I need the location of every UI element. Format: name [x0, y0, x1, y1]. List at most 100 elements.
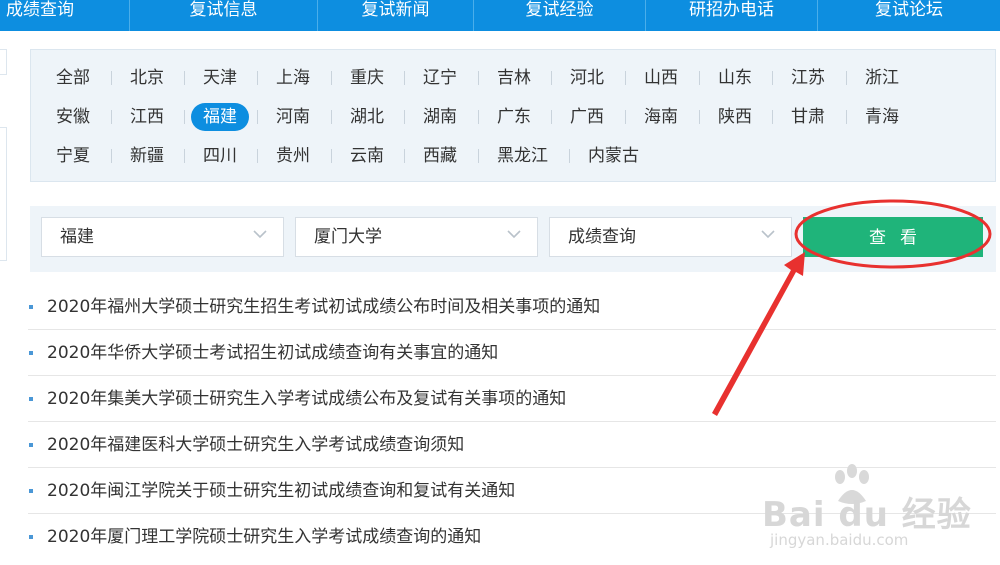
divider	[257, 149, 258, 163]
province-guangxi[interactable]: 广西	[570, 103, 604, 131]
province-hainan[interactable]: 海南	[644, 103, 678, 131]
province-xinjiang[interactable]: 新疆	[130, 142, 164, 170]
left-panel-fragment	[0, 127, 7, 261]
nav-item-retest-news[interactable]: 复试新闻	[318, 0, 474, 31]
province-liaoning[interactable]: 辽宁	[423, 64, 457, 92]
divider	[184, 149, 185, 163]
list-item[interactable]: 2020年集美大学硕士研究生入学考试成绩公布及复试有关事项的通知	[28, 376, 996, 422]
nav-item-retest-info[interactable]: 复试信息	[130, 0, 318, 31]
province-henan[interactable]: 河南	[276, 103, 310, 131]
province-heilongjiang[interactable]: 黑龙江	[497, 142, 548, 170]
bullet	[29, 351, 33, 355]
divider	[625, 110, 626, 124]
list-item-title: 2020年华侨大学硕士考试招生初试成绩查询有关事宜的通知	[47, 343, 499, 363]
divider	[111, 149, 112, 163]
left-panel-fragment	[0, 49, 7, 75]
divider	[699, 110, 700, 124]
province-filter: 全部 北京 天津 上海 重庆 辽宁 吉林 河北 山西 山东 江苏 浙江 安徽 江…	[30, 49, 996, 182]
watermark-url: jingyan.baidu.com	[770, 531, 909, 549]
category-select-value: 成绩查询	[568, 227, 636, 247]
divider	[478, 149, 479, 163]
divider	[772, 110, 773, 124]
province-jilin[interactable]: 吉林	[497, 64, 531, 92]
province-qinghai[interactable]: 青海	[865, 103, 899, 131]
divider	[846, 71, 847, 85]
province-neimenggu[interactable]: 内蒙古	[588, 142, 639, 170]
province-beijing[interactable]: 北京	[130, 64, 164, 92]
bullet	[29, 397, 33, 401]
list-item-title: 2020年集美大学硕士研究生入学考试成绩公布及复试有关事项的通知	[47, 389, 567, 409]
province-xizang[interactable]: 西藏	[423, 142, 457, 170]
province-guangdong[interactable]: 广东	[497, 103, 531, 131]
province-hebei[interactable]: 河北	[570, 64, 604, 92]
list-item-title: 2020年福州大学硕士研究生招生考试初试成绩公布时间及相关事项的通知	[47, 297, 601, 317]
divider	[699, 71, 700, 85]
nav-item-retest-experience[interactable]: 复试经验	[474, 0, 646, 31]
province-hubei[interactable]: 湖北	[350, 103, 384, 131]
province-select[interactable]: 福建	[41, 217, 284, 257]
school-select[interactable]: 厦门大学	[295, 217, 538, 257]
province-yunnan[interactable]: 云南	[350, 142, 384, 170]
nav-item-score-query[interactable]: 成绩查询	[0, 0, 130, 31]
list-item[interactable]: 2020年福州大学硕士研究生招生考试初试成绩公布时间及相关事项的通知	[28, 284, 996, 330]
view-button[interactable]: 查看	[803, 217, 983, 257]
top-navigation: 成绩查询 复试信息 复试新闻 复试经验 研招办电话 复试论坛	[0, 0, 1000, 31]
province-gansu[interactable]: 甘肃	[791, 103, 825, 131]
province-chongqing[interactable]: 重庆	[350, 64, 384, 92]
divider	[111, 71, 112, 85]
chevron-down-icon	[507, 230, 521, 239]
divider	[404, 149, 405, 163]
divider	[478, 71, 479, 85]
divider	[625, 71, 626, 85]
category-select[interactable]: 成绩查询	[549, 217, 792, 257]
divider	[569, 149, 570, 163]
watermark-brand: Bai du 经验	[762, 495, 972, 535]
province-fujian[interactable]: 福建	[191, 103, 249, 131]
province-select-value: 福建	[60, 227, 94, 247]
divider	[404, 71, 405, 85]
nav-item-retest-forum[interactable]: 复试论坛	[818, 0, 1000, 31]
province-sichuan[interactable]: 四川	[203, 142, 237, 170]
province-anhui[interactable]: 安徽	[56, 103, 90, 131]
divider	[184, 110, 185, 124]
province-all[interactable]: 全部	[56, 64, 90, 92]
divider	[551, 110, 552, 124]
divider	[257, 110, 258, 124]
province-shanghai[interactable]: 上海	[276, 64, 310, 92]
divider	[257, 71, 258, 85]
province-zhejiang[interactable]: 浙江	[865, 64, 899, 92]
divider	[404, 110, 405, 124]
chevron-down-icon	[253, 230, 267, 239]
school-select-value: 厦门大学	[314, 227, 382, 247]
list-item-title: 2020年闽江学院关于硕士研究生初试成绩查询和复试有关通知	[47, 481, 516, 501]
divider	[331, 149, 332, 163]
watermark: Bai du 经验 jingyan.baidu.com	[762, 463, 992, 553]
province-shandong[interactable]: 山东	[718, 64, 752, 92]
nav-item-office-phone[interactable]: 研招办电话	[646, 0, 818, 31]
divider	[184, 71, 185, 85]
divider	[551, 71, 552, 85]
list-item[interactable]: 2020年福建医科大学硕士研究生入学考试成绩查询须知	[28, 422, 996, 468]
province-shaanxi[interactable]: 陕西	[718, 103, 752, 131]
divider	[331, 71, 332, 85]
province-jiangsu[interactable]: 江苏	[791, 64, 825, 92]
bullet	[29, 443, 33, 447]
divider	[772, 71, 773, 85]
bullet	[29, 305, 33, 309]
divider	[846, 110, 847, 124]
divider	[331, 110, 332, 124]
chevron-down-icon	[761, 230, 775, 239]
bullet	[29, 489, 33, 493]
list-item[interactable]: 2020年华侨大学硕士考试招生初试成绩查询有关事宜的通知	[28, 330, 996, 376]
province-shanxi[interactable]: 山西	[644, 64, 678, 92]
search-bar: 福建 厦门大学 成绩查询 查看	[30, 206, 996, 272]
divider	[478, 110, 479, 124]
province-ningxia[interactable]: 宁夏	[56, 142, 90, 170]
province-tianjin[interactable]: 天津	[203, 64, 237, 92]
province-hunan[interactable]: 湖南	[423, 103, 457, 131]
divider	[111, 110, 112, 124]
province-guizhou[interactable]: 贵州	[276, 142, 310, 170]
list-item-title: 2020年厦门理工学院硕士研究生入学考试成绩查询的通知	[47, 527, 482, 547]
province-jiangxi[interactable]: 江西	[130, 103, 164, 131]
list-item-title: 2020年福建医科大学硕士研究生入学考试成绩查询须知	[47, 435, 465, 455]
